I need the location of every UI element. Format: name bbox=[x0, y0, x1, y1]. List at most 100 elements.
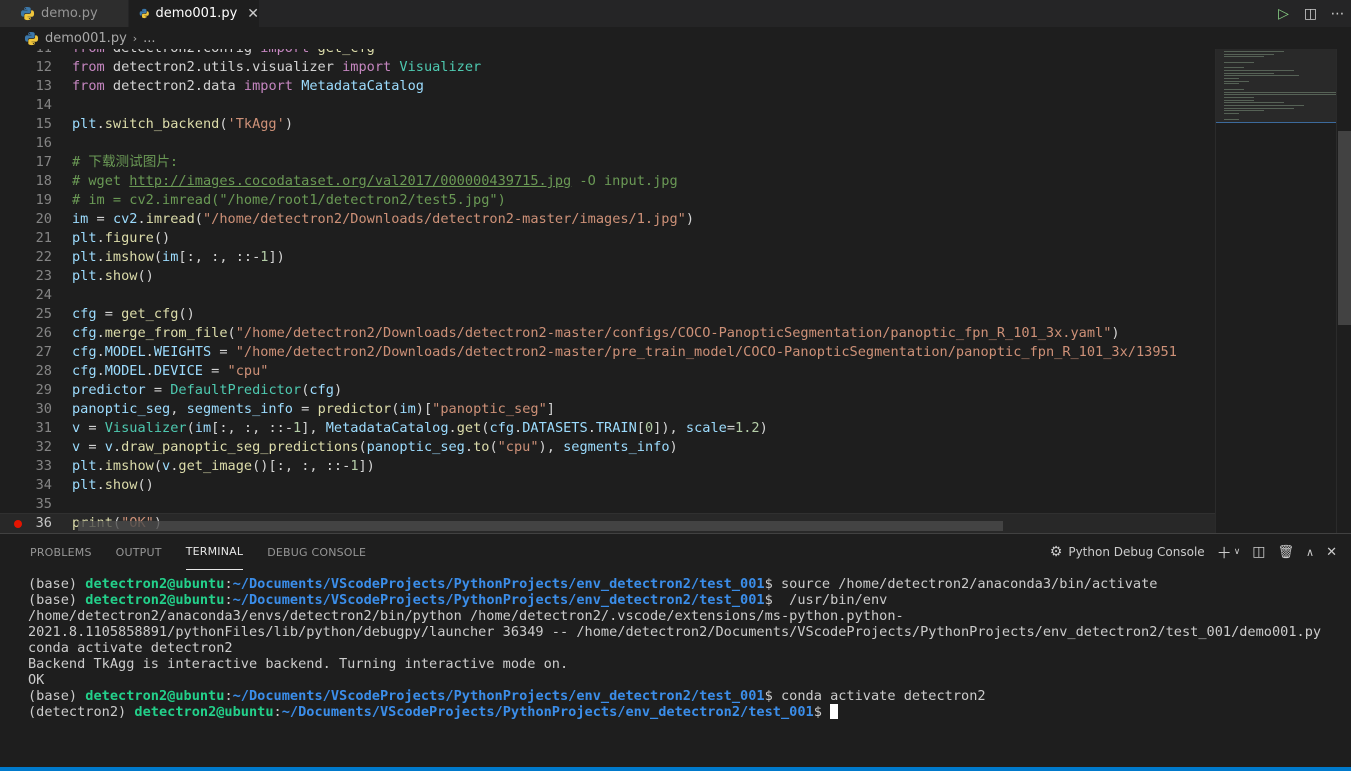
terminal-line: OK bbox=[28, 672, 45, 688]
terminal-line: (base) detectron2@ubuntu:~/Documents/VSc… bbox=[28, 592, 1328, 640]
code-line[interactable]: 26 cfg.merge_from_file("/home/detectron2/… bbox=[0, 324, 1215, 343]
breadcrumb-file[interactable]: demo001.py bbox=[45, 31, 127, 46]
terminal-rest: $ conda activate detectron2 bbox=[764, 688, 986, 704]
line-number: 22 bbox=[35, 249, 52, 265]
code-line[interactable]: 20 im = cv2.imread("/home/detectron2/Down… bbox=[0, 210, 1215, 229]
maximize-panel-icon[interactable]: ∧ bbox=[1306, 546, 1314, 559]
minimap-slider[interactable] bbox=[1216, 49, 1337, 123]
terminal-line: Backend TkAgg is interactive backend. Tu… bbox=[28, 656, 569, 672]
terminal-path: ~/Documents/VScodeProjects/PythonProject… bbox=[232, 576, 765, 592]
code-line[interactable]: 21 plt.figure() bbox=[0, 229, 1215, 248]
minimap-line bbox=[1224, 96, 1254, 98]
horizontal-scrollbar[interactable] bbox=[78, 521, 1003, 531]
minimap-line bbox=[1224, 51, 1284, 52]
line-number: 26 bbox=[35, 325, 52, 341]
line-number: 13 bbox=[35, 78, 52, 94]
terminal-path: ~/Documents/VScodeProjects/PythonProject… bbox=[281, 704, 814, 720]
code-text: im = cv2.imread("/home/detectron2/Downlo… bbox=[72, 211, 695, 227]
terminal-env: (base) bbox=[28, 688, 86, 704]
code-line[interactable]: 15 plt.switch_backend('TkAgg') bbox=[0, 115, 1215, 134]
chevron-down-icon[interactable]: ∨ bbox=[1234, 547, 1241, 557]
code-line[interactable]: 33 plt.imshow(v.get_image()[:, :, ::-1]) bbox=[0, 457, 1215, 476]
code-line[interactable]: 22 plt.imshow(im[:, :, ::-1]) bbox=[0, 248, 1215, 267]
scrollbar-thumb[interactable] bbox=[1338, 131, 1351, 325]
terminal-output[interactable]: (base) detectron2@ubuntu:~/Documents/VSc… bbox=[28, 576, 1328, 720]
code-text: plt.imshow(v.get_image()[:, :, ::-1]) bbox=[72, 458, 375, 474]
code-text: plt.figure() bbox=[72, 230, 171, 246]
minimap-line bbox=[1224, 75, 1299, 77]
terminal-env: (base) bbox=[28, 576, 86, 592]
code-text: plt.show() bbox=[72, 268, 154, 284]
code-line[interactable]: 24 bbox=[0, 286, 1215, 305]
tab-terminal[interactable]: TERMINAL bbox=[185, 534, 244, 570]
tab-demo-py[interactable]: demo.py bbox=[0, 0, 128, 27]
vertical-scrollbar[interactable] bbox=[1336, 49, 1351, 533]
code-line[interactable]: 34 plt.show() bbox=[0, 476, 1215, 495]
tab-debug-console[interactable]: DEBUG CONSOLE bbox=[267, 534, 366, 570]
minimap[interactable] bbox=[1215, 49, 1339, 533]
code-text: cfg.MODEL.DEVICE = "cpu" bbox=[72, 363, 269, 379]
line-number: 35 bbox=[35, 496, 52, 512]
code-line[interactable]: 30 panoptic_seg, segments_info = predicto… bbox=[0, 400, 1215, 419]
line-number: 33 bbox=[35, 458, 52, 474]
code-line[interactable]: 13 from detectron2.data import MetadataCa… bbox=[0, 77, 1215, 96]
code-text: panoptic_seg, segments_info = predictor(… bbox=[72, 401, 555, 417]
code-text: # im = cv2.imread("/home/root1/detectron… bbox=[72, 192, 506, 208]
more-actions-icon[interactable]: ⋯ bbox=[1324, 6, 1351, 22]
minimap-line bbox=[1224, 53, 1274, 55]
code-text: cfg.merge_from_file("/home/detectron2/Do… bbox=[72, 325, 1120, 341]
tab-problems[interactable]: PROBLEMS bbox=[30, 534, 92, 570]
close-icon[interactable]: ✕ bbox=[247, 6, 259, 22]
code-text: v = v.draw_panoptic_seg_predictions(pano… bbox=[72, 439, 678, 455]
split-terminal-icon[interactable]: ◫ bbox=[1252, 544, 1265, 560]
code-line[interactable]: 19 # im = cv2.imread("/home/root1/detectr… bbox=[0, 191, 1215, 210]
terminal-selector[interactable]: Python Debug Console bbox=[1068, 545, 1204, 559]
code-line[interactable]: 32 v = v.draw_panoptic_seg_predictions(pa… bbox=[0, 438, 1215, 457]
code-line[interactable]: 11from detectron2.config import get_cfg bbox=[0, 49, 1215, 58]
split-editor-icon[interactable]: ◫ bbox=[1297, 6, 1324, 22]
terminal-path: ~/Documents/VScodeProjects/PythonProject… bbox=[232, 592, 765, 608]
tab-label: demo.py bbox=[41, 6, 98, 21]
terminal-user: detectron2@ubuntu bbox=[134, 704, 274, 720]
close-panel-icon[interactable]: ✕ bbox=[1326, 545, 1337, 560]
minimap-line bbox=[1224, 61, 1254, 63]
code-line[interactable]: 27 cfg.MODEL.WEIGHTS = "/home/detectron2/… bbox=[0, 343, 1215, 362]
minimap-line bbox=[1224, 88, 1244, 90]
code-line[interactable]: 23 plt.show() bbox=[0, 267, 1215, 286]
trash-icon[interactable]: 🗑 bbox=[1278, 545, 1295, 560]
python-file-icon bbox=[139, 8, 149, 19]
code-text: from detectron2.data import MetadataCata… bbox=[72, 78, 424, 94]
code-line[interactable]: 18 # wget http://images.cocodataset.org/v… bbox=[0, 172, 1215, 191]
code-text: plt.imshow(im[:, :, ::-1]) bbox=[72, 249, 285, 265]
line-number: 27 bbox=[35, 344, 52, 360]
code-line[interactable]: 25 cfg = get_cfg() bbox=[0, 305, 1215, 324]
code-text: cfg = get_cfg() bbox=[72, 306, 195, 322]
breakpoint-icon[interactable] bbox=[14, 520, 22, 528]
line-number: 17 bbox=[35, 154, 52, 170]
code-line[interactable]: 17 # 下载测试图片: bbox=[0, 153, 1215, 172]
tab-output[interactable]: OUTPUT bbox=[116, 534, 162, 570]
code-line[interactable]: 14 bbox=[0, 96, 1215, 115]
terminal-rest: $ source /home/detectron2/anaconda3/bin/… bbox=[764, 576, 1158, 592]
code-line[interactable]: 35 bbox=[0, 495, 1215, 514]
code-line[interactable]: 31 v = Visualizer(im[:, :, ::-1], Metadat… bbox=[0, 419, 1215, 438]
code-line[interactable]: 29 predictor = DefaultPredictor(cfg) bbox=[0, 381, 1215, 400]
terminal-line: (base) detectron2@ubuntu:~/Documents/VSc… bbox=[28, 688, 1328, 704]
minimap-line bbox=[1224, 69, 1294, 71]
new-terminal-icon[interactable]: ＋ bbox=[1217, 542, 1232, 563]
tab-demo001-py[interactable]: demo001.py ✕ bbox=[129, 0, 259, 27]
code-line[interactable]: 12 from detectron2.utils.visualizer impor… bbox=[0, 58, 1215, 77]
minimap-line bbox=[1224, 67, 1244, 69]
line-number: 28 bbox=[35, 363, 52, 379]
run-icon[interactable]: ▷ bbox=[1270, 6, 1297, 22]
minimap-line bbox=[1224, 110, 1264, 112]
breadcrumb-symbol[interactable]: ... bbox=[143, 31, 155, 46]
terminal-path: ~/Documents/VScodeProjects/PythonProject… bbox=[232, 688, 765, 704]
code-lines[interactable]: 11from detectron2.config import get_cfg1… bbox=[0, 49, 1216, 533]
code-text: plt.show() bbox=[72, 477, 154, 493]
code-line[interactable]: 16 bbox=[0, 134, 1215, 153]
code-line[interactable]: 28 cfg.MODEL.DEVICE = "cpu" bbox=[0, 362, 1215, 381]
code-editor[interactable]: 11from detectron2.config import get_cfg1… bbox=[0, 49, 1351, 533]
